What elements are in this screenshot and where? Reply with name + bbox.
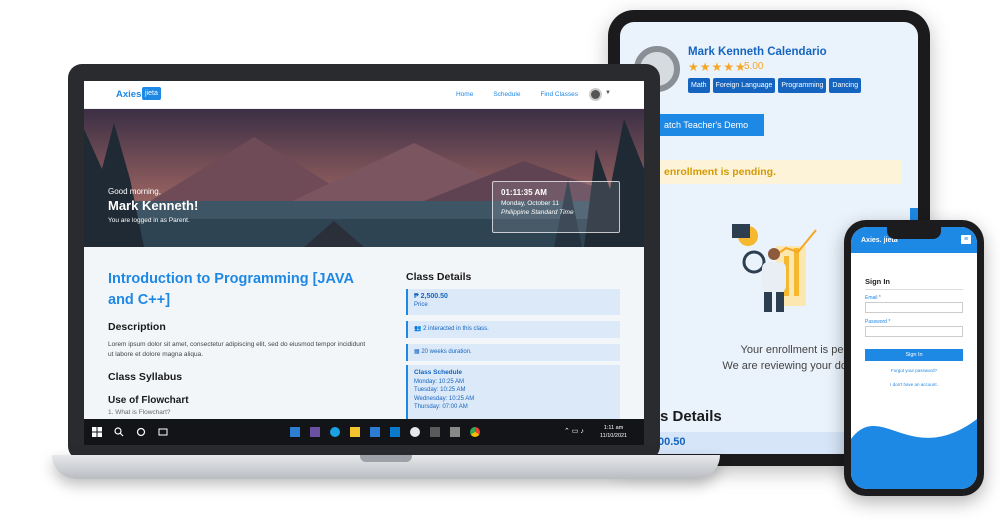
tag[interactable]: Math <box>688 78 710 93</box>
signin-button[interactable]: Sign In <box>865 349 963 361</box>
tag[interactable]: Foreign Language <box>712 78 776 93</box>
email-label: Email * <box>865 295 881 301</box>
duration-text: 20 weeks duration. <box>421 349 472 355</box>
brand-logo[interactable]: Axies. <box>116 89 144 100</box>
price-label: Price <box>414 302 428 308</box>
no-account-link[interactable]: I don't have an account. <box>851 382 977 387</box>
laptop-device: Axies. jieta Home Schedule Find Classes … <box>68 64 660 460</box>
clock-time: 01:11:35 AM <box>501 188 547 197</box>
review-illustration <box>732 224 817 312</box>
schedule-card: Class Schedule Monday: 10:25 AM Tuesday:… <box>406 365 620 425</box>
syllabus-heading: Class Syllabus <box>108 371 183 383</box>
schedule-item: Thursday: 07:00 AM <box>414 404 468 410</box>
chrome-icon[interactable] <box>470 427 480 437</box>
password-label: Password * <box>865 319 891 325</box>
clock-timezone: Philippine Standard Time <box>501 209 574 216</box>
pending-banner: enrollment is pending. <box>620 160 902 184</box>
store-app-icon[interactable] <box>290 427 300 437</box>
system-tray-icons[interactable]: ⌃ ▭ ♪ <box>564 427 584 435</box>
divider <box>865 289 963 290</box>
taskbar-time: 1:11 am <box>603 425 624 431</box>
rating-value: 5.00 <box>744 61 764 72</box>
app-icon[interactable] <box>430 427 440 437</box>
top-navbar: Axies. jieta Home Schedule Find Classes … <box>84 81 644 109</box>
cortana-icon[interactable] <box>136 427 146 437</box>
clock-date: Monday, October 11 <box>501 200 559 207</box>
interacted-card: 👥 2 interacted in this class. <box>406 321 620 338</box>
course-title: Introduction to Programming [JAVA and C+… <box>108 271 354 308</box>
nav-schedule[interactable]: Schedule <box>493 91 520 98</box>
subject-tags: Math Foreign Language Programming Dancin… <box>688 78 862 93</box>
phone-screen: Axies. jieta ≡ Sign In Email * Password … <box>851 227 977 489</box>
signin-heading: Sign In <box>865 277 890 286</box>
caret-down-icon[interactable]: ▼ <box>605 90 611 96</box>
brand-badge: jieta <box>142 87 161 100</box>
duration-card: ▦ 20 weeks duration. <box>406 344 620 361</box>
edge-icon[interactable] <box>330 427 340 437</box>
nav-find-classes[interactable]: Find Classes <box>540 91 578 98</box>
schedule-item: Wednesday: 10:25 AM <box>414 395 475 402</box>
decorative-wave <box>851 419 977 489</box>
phone-notch <box>887 227 941 239</box>
price-value: 00.50 <box>658 436 686 448</box>
phone-device: Axies. jieta ≡ Sign In Email * Password … <box>844 220 984 496</box>
laptop-screen: Axies. jieta Home Schedule Find Classes … <box>84 81 644 445</box>
laptop-notch <box>360 455 412 462</box>
taskbar-clock[interactable]: 1:11 am 11/10/2021 <box>600 424 627 440</box>
price-card: ₱ 2,500.50 Price <box>406 289 620 315</box>
app-icon[interactable] <box>410 427 420 437</box>
description-heading: Description <box>108 321 166 333</box>
email-field[interactable] <box>865 302 963 313</box>
windows-start-icon[interactable] <box>92 427 102 437</box>
syllabus-item: Use of Flowchart <box>108 395 189 406</box>
tag[interactable]: Dancing <box>829 78 862 93</box>
windows-taskbar: ⌃ ▭ ♪ 1:11 am 11/10/2021 <box>84 419 644 445</box>
class-details-heading: Class Details <box>406 271 472 283</box>
user-greeting-name: Mark Kenneth! <box>108 198 199 213</box>
schedule-item: Monday: 10:25 AM <box>414 378 465 385</box>
mail-icon[interactable] <box>370 427 380 437</box>
folder-icon[interactable] <box>350 427 360 437</box>
interacted-text: 2 interacted in this class. <box>423 326 489 332</box>
phone-logo-text: Axies. <box>861 237 882 244</box>
greeting-text: Good morning, <box>108 187 161 196</box>
clock-card: 01:11:35 AM Monday, October 11 Philippin… <box>492 181 620 233</box>
login-role-text: You are logged in as Parent. <box>108 217 190 224</box>
forgot-password-link[interactable]: Forgot your password? <box>851 368 977 373</box>
user-avatar[interactable] <box>589 88 602 101</box>
course-content: Introduction to Programming [JAVA and C+… <box>84 247 644 425</box>
app-icon[interactable] <box>310 427 320 437</box>
tag[interactable]: Programming <box>778 78 827 93</box>
task-view-icon[interactable] <box>158 427 168 437</box>
watch-demo-button[interactable]: atch Teacher's Demo <box>658 114 764 136</box>
nav-home[interactable]: Home <box>456 91 473 98</box>
schedule-item: Tuesday: 10:25 AM <box>414 387 466 393</box>
details-heading: s Details <box>660 408 722 425</box>
users-icon: 👥 <box>414 326 424 332</box>
hero-banner: Good morning, Mark Kenneth! You are logg… <box>84 109 644 247</box>
syllabus-subitem: 1. What is Flowchart? <box>108 409 171 416</box>
price-value: ₱ 2,500.50 <box>414 293 448 300</box>
hamburger-menu-icon[interactable]: ≡ <box>961 235 971 244</box>
description-text: Lorem ipsum dolor sit amet, consectetur … <box>108 341 366 358</box>
app-icon[interactable] <box>450 427 460 437</box>
teacher-name: Mark Kenneth Calendario <box>688 46 827 58</box>
search-icon[interactable] <box>114 427 124 437</box>
nav-links: Home Schedule Find Classes <box>456 91 578 98</box>
schedule-heading: Class Schedule <box>414 369 463 376</box>
laptop-base <box>52 455 720 479</box>
taskbar-date: 11/10/2021 <box>600 433 628 439</box>
vscode-icon[interactable] <box>390 427 400 437</box>
rating-stars: ★★★★★ <box>688 60 747 74</box>
password-field[interactable] <box>865 326 963 337</box>
